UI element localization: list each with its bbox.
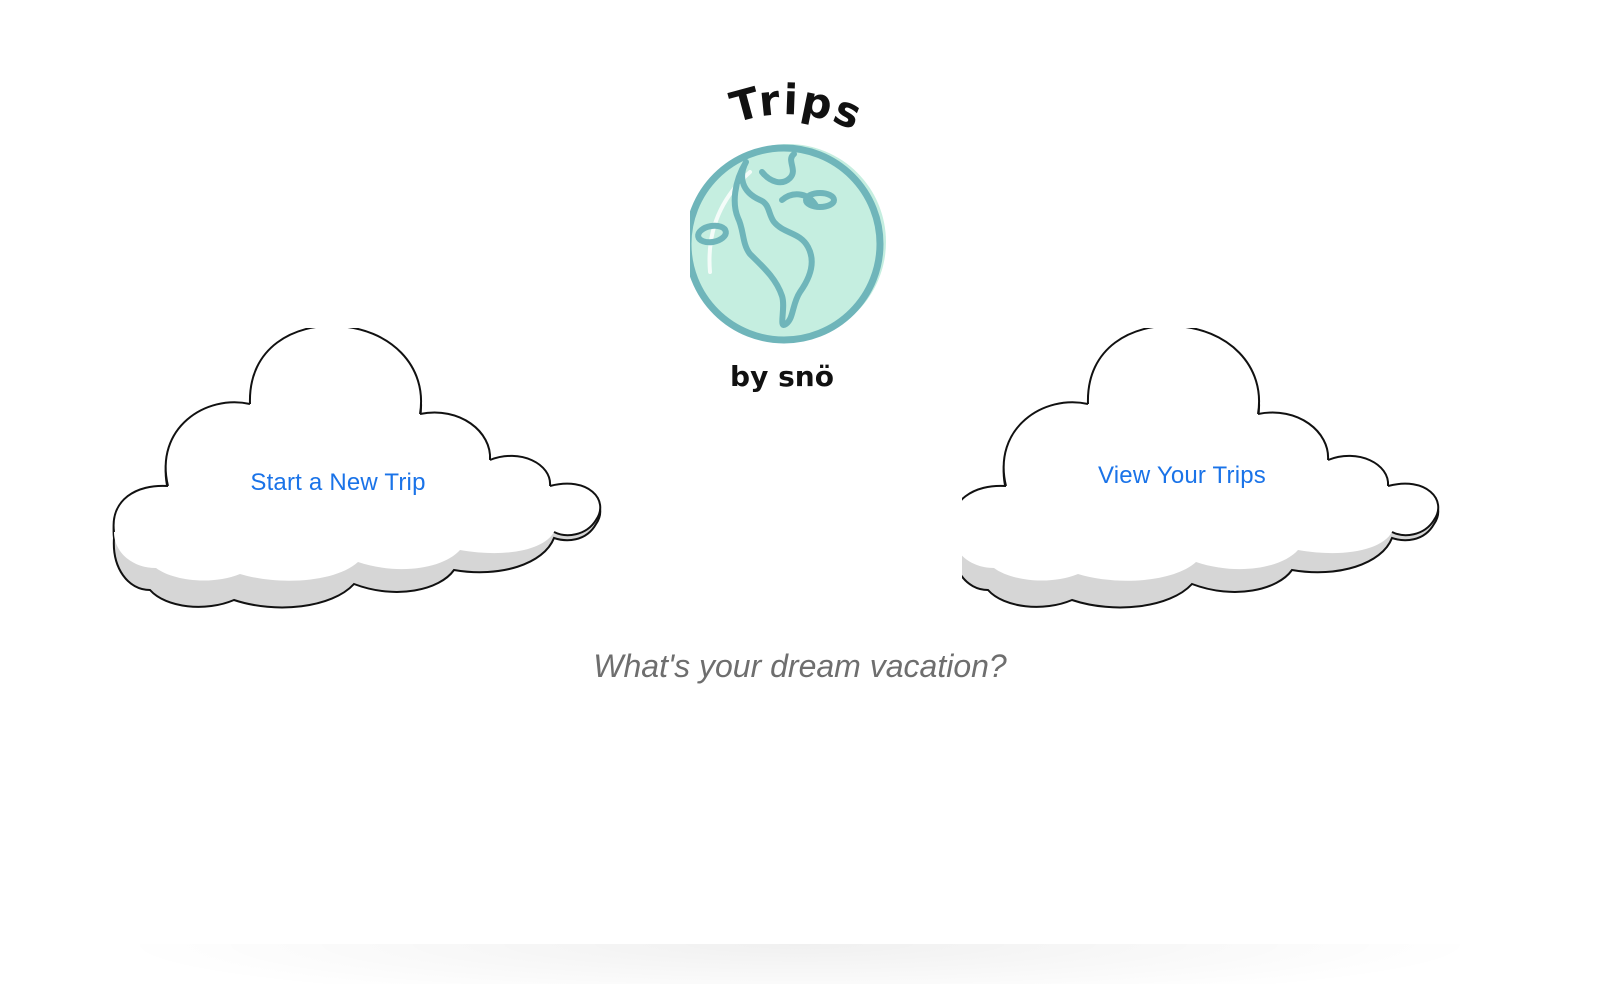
home-page: Trips by snö Start a New Trip View Your … — [0, 0, 1600, 984]
view-your-trips-button[interactable]: View Your Trips — [962, 328, 1462, 618]
tagline: What's your dream vacation? — [593, 648, 1007, 684]
logo-title: Trips — [725, 82, 870, 140]
start-new-trip-button[interactable]: Start a New Trip — [110, 328, 610, 618]
globe-icon — [690, 144, 886, 344]
trips-logo: Trips by snö — [690, 82, 886, 393]
bottom-shadow — [110, 944, 1490, 984]
view-your-trips-label[interactable]: View Your Trips — [932, 462, 1432, 490]
logo-byline: by snö — [730, 360, 834, 393]
start-new-trip-label[interactable]: Start a New Trip — [88, 469, 588, 497]
